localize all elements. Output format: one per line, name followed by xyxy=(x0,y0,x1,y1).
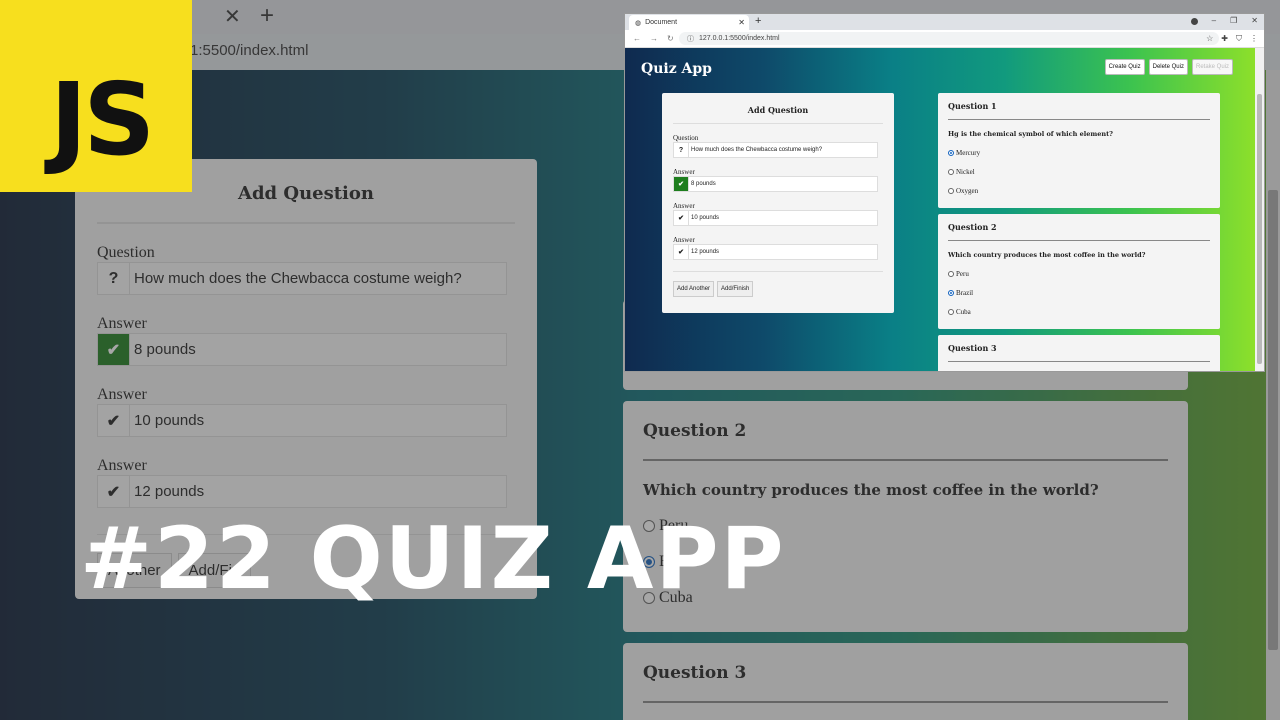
js-logo-text: JS xyxy=(50,61,155,178)
option[interactable]: Oxygen xyxy=(948,187,1210,195)
option-label: Brazil xyxy=(956,289,974,297)
maximize-icon[interactable]: ❐ xyxy=(1230,16,1237,25)
radio-icon[interactable] xyxy=(948,271,954,277)
option-label: Peru xyxy=(956,270,969,278)
answer-input[interactable]: ✔ 8 pounds xyxy=(673,176,878,192)
tab-close-icon[interactable]: ✕ xyxy=(738,18,745,27)
radio-icon[interactable] xyxy=(948,188,954,194)
quiz-page: Quiz App Create Quiz Delete Quiz Retake … xyxy=(625,48,1257,371)
question-card-3: Question 3 xyxy=(938,335,1220,371)
option[interactable]: Mercury xyxy=(948,149,1210,157)
forward-icon[interactable]: → xyxy=(650,34,658,43)
add-another-button[interactable]: Add Another xyxy=(673,281,715,297)
option[interactable]: Brazil xyxy=(948,289,1210,297)
url-text: 127.0.0.1:5500/index.html xyxy=(699,35,780,42)
question-card-1: Question 1 Hg is the chemical symbol of … xyxy=(938,93,1220,208)
question-title: Question 3 xyxy=(948,343,1210,362)
add-finish-button[interactable]: Add/Finish xyxy=(717,281,754,297)
js-logo: JS xyxy=(0,0,192,192)
question-mark-icon: ? xyxy=(674,143,689,157)
extensions-icon[interactable]: ✚ xyxy=(1221,34,1228,44)
answer-label: Answer xyxy=(673,236,695,244)
new-tab-icon[interactable]: + xyxy=(755,15,761,27)
app-header: Quiz App Create Quiz Delete Quiz Retake … xyxy=(625,48,1257,89)
radio-icon[interactable] xyxy=(948,290,954,296)
question-text: Which country produces the most coffee i… xyxy=(948,251,1146,259)
question-label: Question xyxy=(673,134,699,142)
option[interactable]: Nickel xyxy=(948,168,1210,176)
option-label: Mercury xyxy=(956,149,981,157)
radio-icon[interactable] xyxy=(948,169,954,175)
check-icon[interactable]: ✔ xyxy=(674,177,689,191)
option[interactable]: Cuba xyxy=(948,308,1210,316)
browser-tab[interactable]: ◍ Document ✕ xyxy=(629,15,749,30)
scrollbar[interactable] xyxy=(1255,48,1264,371)
back-icon[interactable]: ← xyxy=(633,34,641,43)
answer-label: Answer xyxy=(673,202,695,210)
option-label: Oxygen xyxy=(956,187,979,195)
window-controls: – ❐ ✕ xyxy=(1190,16,1258,25)
answer-value: 10 pounds xyxy=(691,215,720,221)
shield-icon[interactable]: ⛉ xyxy=(1236,34,1242,44)
question-title: Question 1 xyxy=(948,101,1210,120)
add-question-card: Add Question Question ? How much does th… xyxy=(662,93,894,313)
answer-input[interactable]: ✔ 10 pounds xyxy=(673,210,878,226)
tab-title: Document xyxy=(645,19,678,26)
address-bar-row: ← → ↻ ⓘ 127.0.0.1:5500/index.html ☆ ✚ ⛉ … xyxy=(625,30,1264,48)
scrollbar-thumb[interactable] xyxy=(1257,94,1262,364)
question-text: Hg is the chemical symbol of which eleme… xyxy=(948,130,1113,138)
reload-icon[interactable]: ↻ xyxy=(667,34,674,43)
answer-value: 12 pounds xyxy=(691,249,720,255)
tab-bar: ◍ Document ✕ + – ❐ ✕ xyxy=(625,14,1264,30)
star-icon[interactable]: ☆ xyxy=(1206,34,1213,44)
question-value: How much does the Chewbacca costume weig… xyxy=(691,147,823,153)
option-label: Nickel xyxy=(956,168,975,176)
radio-icon[interactable] xyxy=(948,150,954,156)
check-icon[interactable]: ✔ xyxy=(674,245,689,259)
option-label: Cuba xyxy=(956,308,971,316)
globe-icon: ◍ xyxy=(635,19,642,27)
inset-browser-window: ◍ Document ✕ + – ❐ ✕ ← → ↻ ⓘ 127.0.0.1:5… xyxy=(624,13,1265,372)
check-icon[interactable]: ✔ xyxy=(674,211,689,225)
video-title: #22 QUIZ APP xyxy=(80,509,786,609)
app-title: Quiz App xyxy=(641,60,712,77)
retake-quiz-button[interactable]: Retake Quiz xyxy=(1191,59,1233,75)
answer-input[interactable]: ✔ 12 pounds xyxy=(673,244,878,260)
menu-icon[interactable]: ⋮ xyxy=(1250,34,1258,44)
info-icon[interactable]: ⓘ xyxy=(687,34,694,44)
close-window-icon[interactable]: ✕ xyxy=(1251,16,1258,25)
minimize-icon[interactable]: – xyxy=(1212,16,1216,25)
profile-icon[interactable] xyxy=(1190,18,1198,25)
create-quiz-button[interactable]: Create Quiz xyxy=(1104,59,1145,75)
question-input[interactable]: ? How much does the Chewbacca costume we… xyxy=(673,142,878,158)
question-card-2: Question 2 Which country produces the mo… xyxy=(938,214,1220,329)
add-question-title: Add Question xyxy=(673,101,883,124)
url-input[interactable]: ⓘ 127.0.0.1:5500/index.html xyxy=(679,32,1219,45)
radio-icon[interactable] xyxy=(948,309,954,315)
answer-value: 8 pounds xyxy=(691,181,716,187)
answer-label: Answer xyxy=(673,168,695,176)
delete-quiz-button[interactable]: Delete Quiz xyxy=(1148,59,1188,75)
option[interactable]: Peru xyxy=(948,270,1210,278)
question-title: Question 2 xyxy=(948,222,1210,241)
